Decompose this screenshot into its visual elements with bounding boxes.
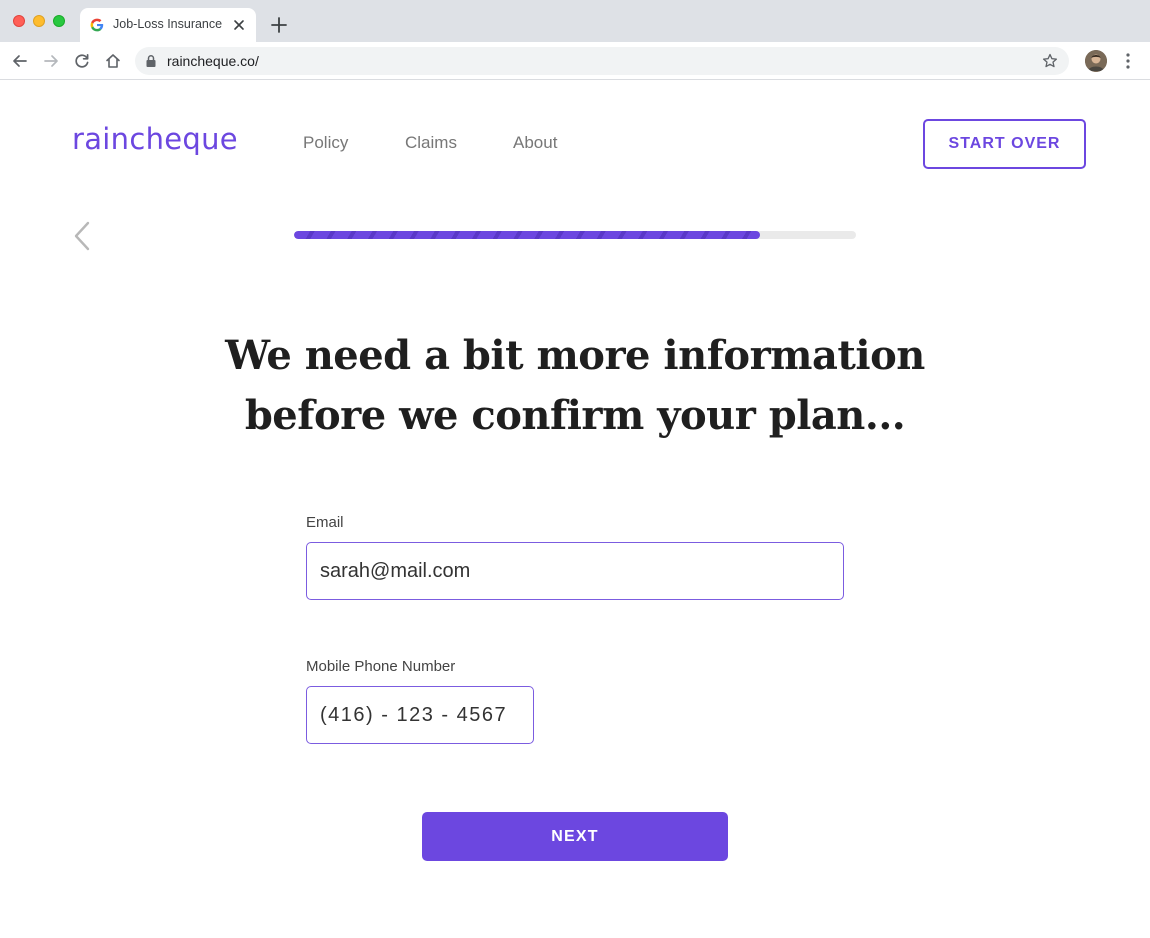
nav-about[interactable]: About — [513, 133, 557, 153]
nav-policy[interactable]: Policy — [303, 133, 348, 153]
lock-icon — [146, 55, 156, 67]
star-icon[interactable] — [1041, 52, 1059, 70]
window-close-button[interactable] — [13, 15, 25, 27]
window-minimize-button[interactable] — [33, 15, 45, 27]
profile-avatar[interactable] — [1085, 50, 1107, 72]
arrow-right-icon[interactable] — [41, 51, 61, 71]
email-value: sarah@mail.com — [320, 559, 471, 582]
heading-line-1: We need a bit more information — [225, 332, 925, 379]
progress-fill — [294, 231, 761, 239]
address-bar[interactable]: raincheque.co/ — [135, 47, 1069, 75]
progress-bar — [294, 231, 856, 239]
browser-toolbar: raincheque.co/ — [0, 42, 1150, 80]
browser-tab[interactable]: Job-Loss Insurance — [80, 8, 256, 42]
start-over-button[interactable]: START OVER — [923, 119, 1086, 169]
home-icon[interactable] — [103, 51, 123, 71]
browser-titlebar: Job-Loss Insurance — [0, 0, 1150, 42]
page-heading: We need a bit more information before we… — [175, 326, 975, 446]
email-field[interactable]: sarah@mail.com — [306, 542, 844, 600]
close-icon[interactable] — [231, 17, 247, 33]
nav-claims[interactable]: Claims — [405, 133, 457, 153]
phone-value: (416) - 123 - 4567 — [320, 703, 508, 726]
next-button[interactable]: NEXT — [422, 812, 728, 861]
chevron-left-icon[interactable] — [72, 221, 92, 251]
window-maximize-button[interactable] — [53, 15, 65, 27]
email-label: Email — [306, 514, 344, 531]
plus-icon[interactable] — [269, 15, 289, 35]
google-g-icon — [90, 18, 104, 32]
tab-title: Job-Loss Insurance — [113, 17, 223, 31]
kebab-menu-icon[interactable] — [1120, 51, 1136, 71]
phone-label: Mobile Phone Number — [306, 658, 456, 675]
phone-field[interactable]: (416) - 123 - 4567 — [306, 686, 534, 744]
heading-line-2: before we confirm your plan... — [244, 392, 906, 439]
arrow-left-icon[interactable] — [10, 51, 30, 71]
url-text: raincheque.co/ — [167, 53, 259, 69]
site-logo[interactable]: raincheque — [72, 122, 238, 156]
reload-icon[interactable] — [72, 51, 92, 71]
avatar-image — [1085, 50, 1107, 72]
